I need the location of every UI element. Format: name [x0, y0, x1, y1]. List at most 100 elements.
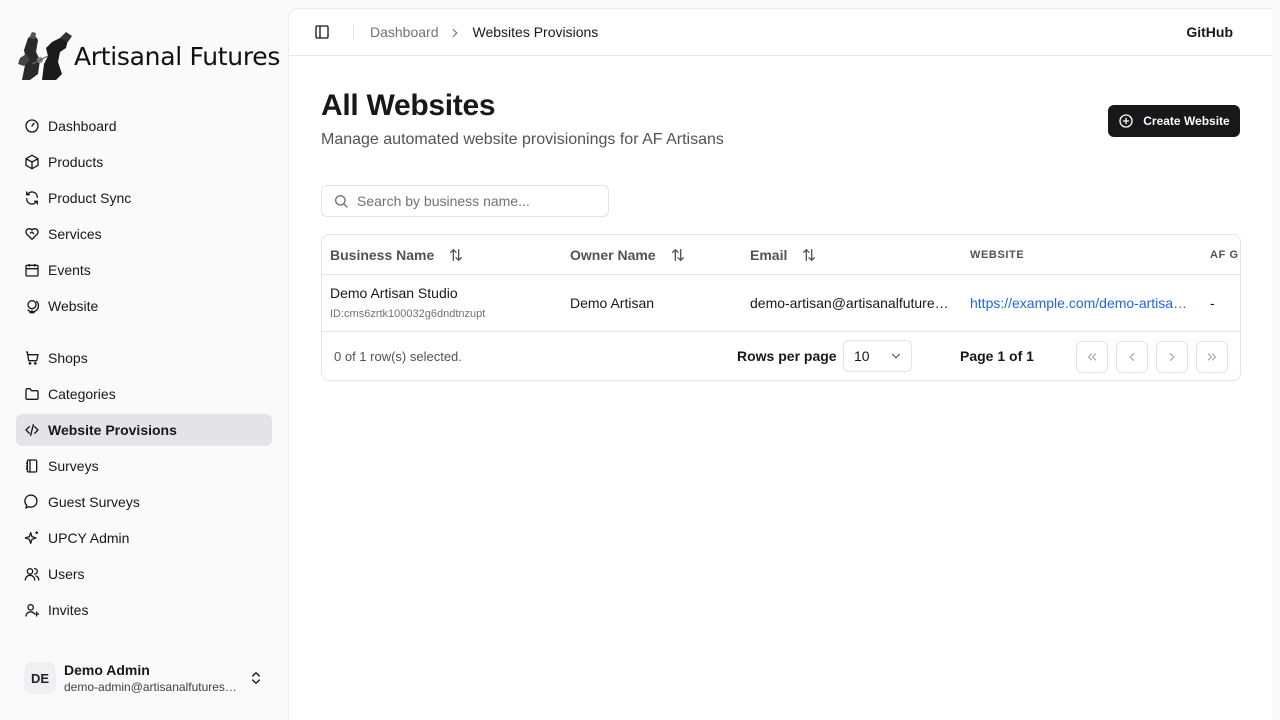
chevron-down-icon: [891, 353, 901, 359]
globe-icon: [27, 300, 40, 314]
cell-business-name: Demo Artisan Studio: [330, 285, 458, 301]
websites-table: Business Name Owner Name Email WEBSITE A…: [321, 234, 1241, 381]
table-row[interactable]: Demo Artisan Studio ID:cms6zrtk100032g6d…: [322, 275, 1240, 332]
refresh-icon: [25, 191, 39, 205]
sidebar-item-shops[interactable]: Shops: [16, 342, 272, 374]
plus-circle-icon: [1119, 114, 1133, 128]
user-info: Demo Admin demo-admin@artisanalfutures.o…: [64, 661, 240, 695]
main-content: Dashboard Websites Provisions GitHub All…: [288, 8, 1273, 720]
gauge-icon: [25, 119, 39, 133]
user-plus-icon: [25, 604, 40, 617]
cell-business-id: ID:cms6zrtk100032g6dndtnzupt: [330, 308, 486, 320]
chevron-right-icon: [1169, 352, 1175, 362]
package-icon: [25, 154, 39, 170]
sidebar-item-dashboard[interactable]: Dashboard: [16, 110, 272, 142]
sidebar-item-label: Dashboard: [48, 118, 117, 134]
sidebar-item-label: UPCY Admin: [48, 530, 130, 546]
sidebar-item-upcy-admin[interactable]: UPCY Admin: [16, 522, 272, 554]
cell-website-link[interactable]: https://example.com/demo-artisan-studio: [970, 295, 1188, 311]
sidebar-item-label: Events: [48, 262, 91, 278]
chevrons-up-down-icon: [252, 672, 260, 684]
create-website-label: Create Website: [1143, 114, 1230, 128]
sidebar-item-label: Guest Surveys: [48, 494, 140, 510]
cell-af: -: [1210, 295, 1215, 311]
create-website-button[interactable]: Create Website: [1108, 105, 1240, 137]
search-box[interactable]: [321, 185, 609, 217]
sidebar-item-products[interactable]: Products: [16, 146, 272, 178]
users-icon: [24, 568, 40, 581]
last-page-button[interactable]: [1196, 341, 1228, 373]
table-header: Business Name Owner Name Email WEBSITE A…: [322, 235, 1240, 275]
heart-handshake-icon: [25, 228, 39, 240]
page-title: All Websites: [321, 89, 496, 122]
calendar-icon: [25, 264, 39, 277]
sort-icon: [450, 249, 463, 261]
sidebar-item-label: Website: [48, 298, 99, 314]
sidebar-item-users[interactable]: Users: [16, 558, 272, 590]
column-label: Business Name: [330, 247, 435, 263]
sidebar-item-label: Invites: [48, 602, 89, 618]
nav-group-primary: Dashboard Products Product Sync Services…: [16, 110, 272, 322]
user-name: Demo Admin: [64, 662, 150, 678]
sidebar-item-categories[interactable]: Categories: [16, 378, 272, 410]
chevron-right-icon: [452, 28, 458, 37]
column-label: Email: [750, 247, 788, 263]
sidebar-item-invites[interactable]: Invites: [16, 594, 272, 626]
rows-per-page-label: Rows per page: [737, 348, 837, 364]
sidebar-item-label: Surveys: [48, 458, 99, 474]
first-page-button[interactable]: [1076, 341, 1108, 373]
column-email[interactable]: Email: [750, 235, 817, 275]
column-business-name[interactable]: Business Name: [330, 235, 464, 275]
sort-icon: [803, 249, 816, 261]
search-icon: [335, 195, 348, 208]
user-email: demo-admin@artisanalfutures.org: [64, 680, 240, 694]
column-website: WEBSITE: [970, 249, 1025, 261]
page-subtitle: Manage automated website provisionings f…: [321, 131, 724, 148]
sidebar-item-label: Website Provisions: [48, 422, 177, 438]
user-menu[interactable]: DE Demo Admin demo-admin@artisanalfuture…: [16, 654, 272, 702]
sidebar-item-label: Products: [48, 154, 104, 170]
toolbar-divider: [353, 24, 354, 40]
sidebar-item-surveys[interactable]: Surveys: [16, 450, 272, 482]
sidebar-item-services[interactable]: Services: [16, 218, 272, 250]
prev-page-button[interactable]: [1116, 341, 1148, 373]
sidebar: Artisanal Futures Dashboard Products Pro…: [0, 0, 288, 720]
sidebar-nav: Dashboard Products Product Sync Services…: [16, 110, 272, 630]
column-label: Owner Name: [570, 247, 656, 263]
cell-email: demo-artisan@artisanalfutures.org: [750, 295, 952, 311]
notebook-icon: [26, 459, 38, 473]
column-owner-name[interactable]: Owner Name: [570, 235, 686, 275]
cart-icon: [26, 351, 39, 365]
sidebar-toggle-icon[interactable]: [314, 24, 330, 40]
github-link[interactable]: GitHub: [1186, 24, 1233, 40]
message-circle-icon: [24, 494, 38, 509]
breadcrumb-current: Websites Provisions: [472, 24, 599, 40]
breadcrumb-dashboard[interactable]: Dashboard: [370, 24, 439, 41]
chevrons-right-icon: [1207, 353, 1217, 361]
page-info: Page 1 of 1: [960, 348, 1034, 364]
sidebar-item-events[interactable]: Events: [16, 254, 272, 286]
next-page-button[interactable]: [1156, 341, 1188, 373]
search-input[interactable]: [357, 193, 597, 209]
sidebar-item-guest-surveys[interactable]: Guest Surveys: [16, 486, 272, 518]
top-bar: Dashboard Websites Provisions GitHub: [289, 9, 1273, 56]
code-icon: [25, 424, 39, 436]
sidebar-item-product-sync[interactable]: Product Sync: [16, 182, 272, 214]
sidebar-item-label: Services: [48, 226, 102, 242]
sidebar-item-website[interactable]: Website: [16, 290, 272, 322]
sparkles-icon: [24, 531, 38, 544]
sidebar-item-label: Categories: [48, 386, 116, 402]
nav-group-secondary: Shops Categories Website Provisions Surv…: [16, 342, 272, 626]
cell-owner-name: Demo Artisan: [570, 295, 655, 311]
rows-per-page-select[interactable]: 10: [843, 340, 912, 372]
artisan-hands-logo-icon: [18, 32, 72, 80]
chevron-left-icon: [1129, 352, 1135, 362]
breadcrumb: Dashboard Websites Provisions: [370, 24, 598, 41]
sidebar-item-label: Shops: [48, 350, 88, 366]
sidebar-item-website-provisions[interactable]: Website Provisions: [16, 414, 272, 446]
avatar: DE: [24, 662, 56, 694]
table-footer: 0 of 1 row(s) selected. Rows per page 10…: [322, 333, 1240, 380]
brand-logo[interactable]: Artisanal Futures: [16, 30, 280, 82]
sort-icon: [671, 249, 684, 261]
chevrons-left-icon: [1087, 353, 1097, 361]
